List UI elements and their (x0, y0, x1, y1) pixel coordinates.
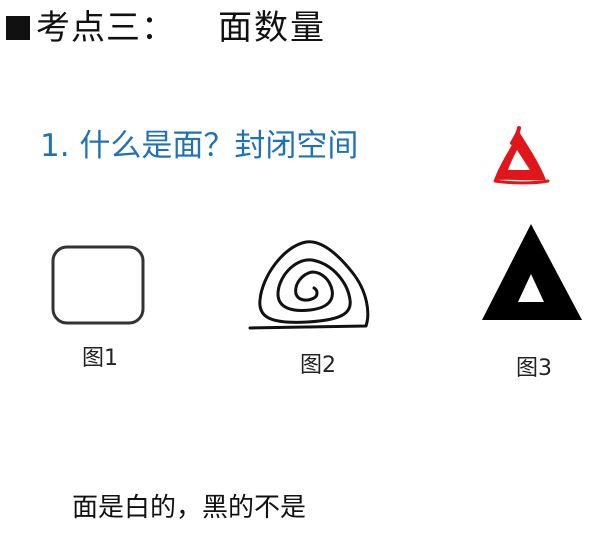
figure-2 (248, 234, 374, 332)
rounded-square-icon (51, 245, 145, 325)
figure-2-caption: 图2 (300, 353, 336, 378)
red-triangle-mark-icon (493, 126, 550, 185)
figure-3-caption: 图3 (516, 356, 552, 381)
slide-title: 考点三： 面数量 (6, 6, 326, 50)
title-prefix: 考点三： (36, 8, 176, 48)
hollow-triangle-icon (482, 224, 582, 320)
square-bullet-icon (6, 16, 30, 40)
question-text: 1. 什么是面？封闭空间 (40, 128, 359, 164)
note-text: 面是白的，黑的不是 (72, 493, 307, 523)
title-main: 面数量 (218, 8, 326, 48)
figure-3 (480, 222, 584, 322)
figure-1 (50, 244, 146, 328)
spiral-icon (248, 240, 370, 330)
figure-1-caption: 图1 (82, 346, 118, 371)
